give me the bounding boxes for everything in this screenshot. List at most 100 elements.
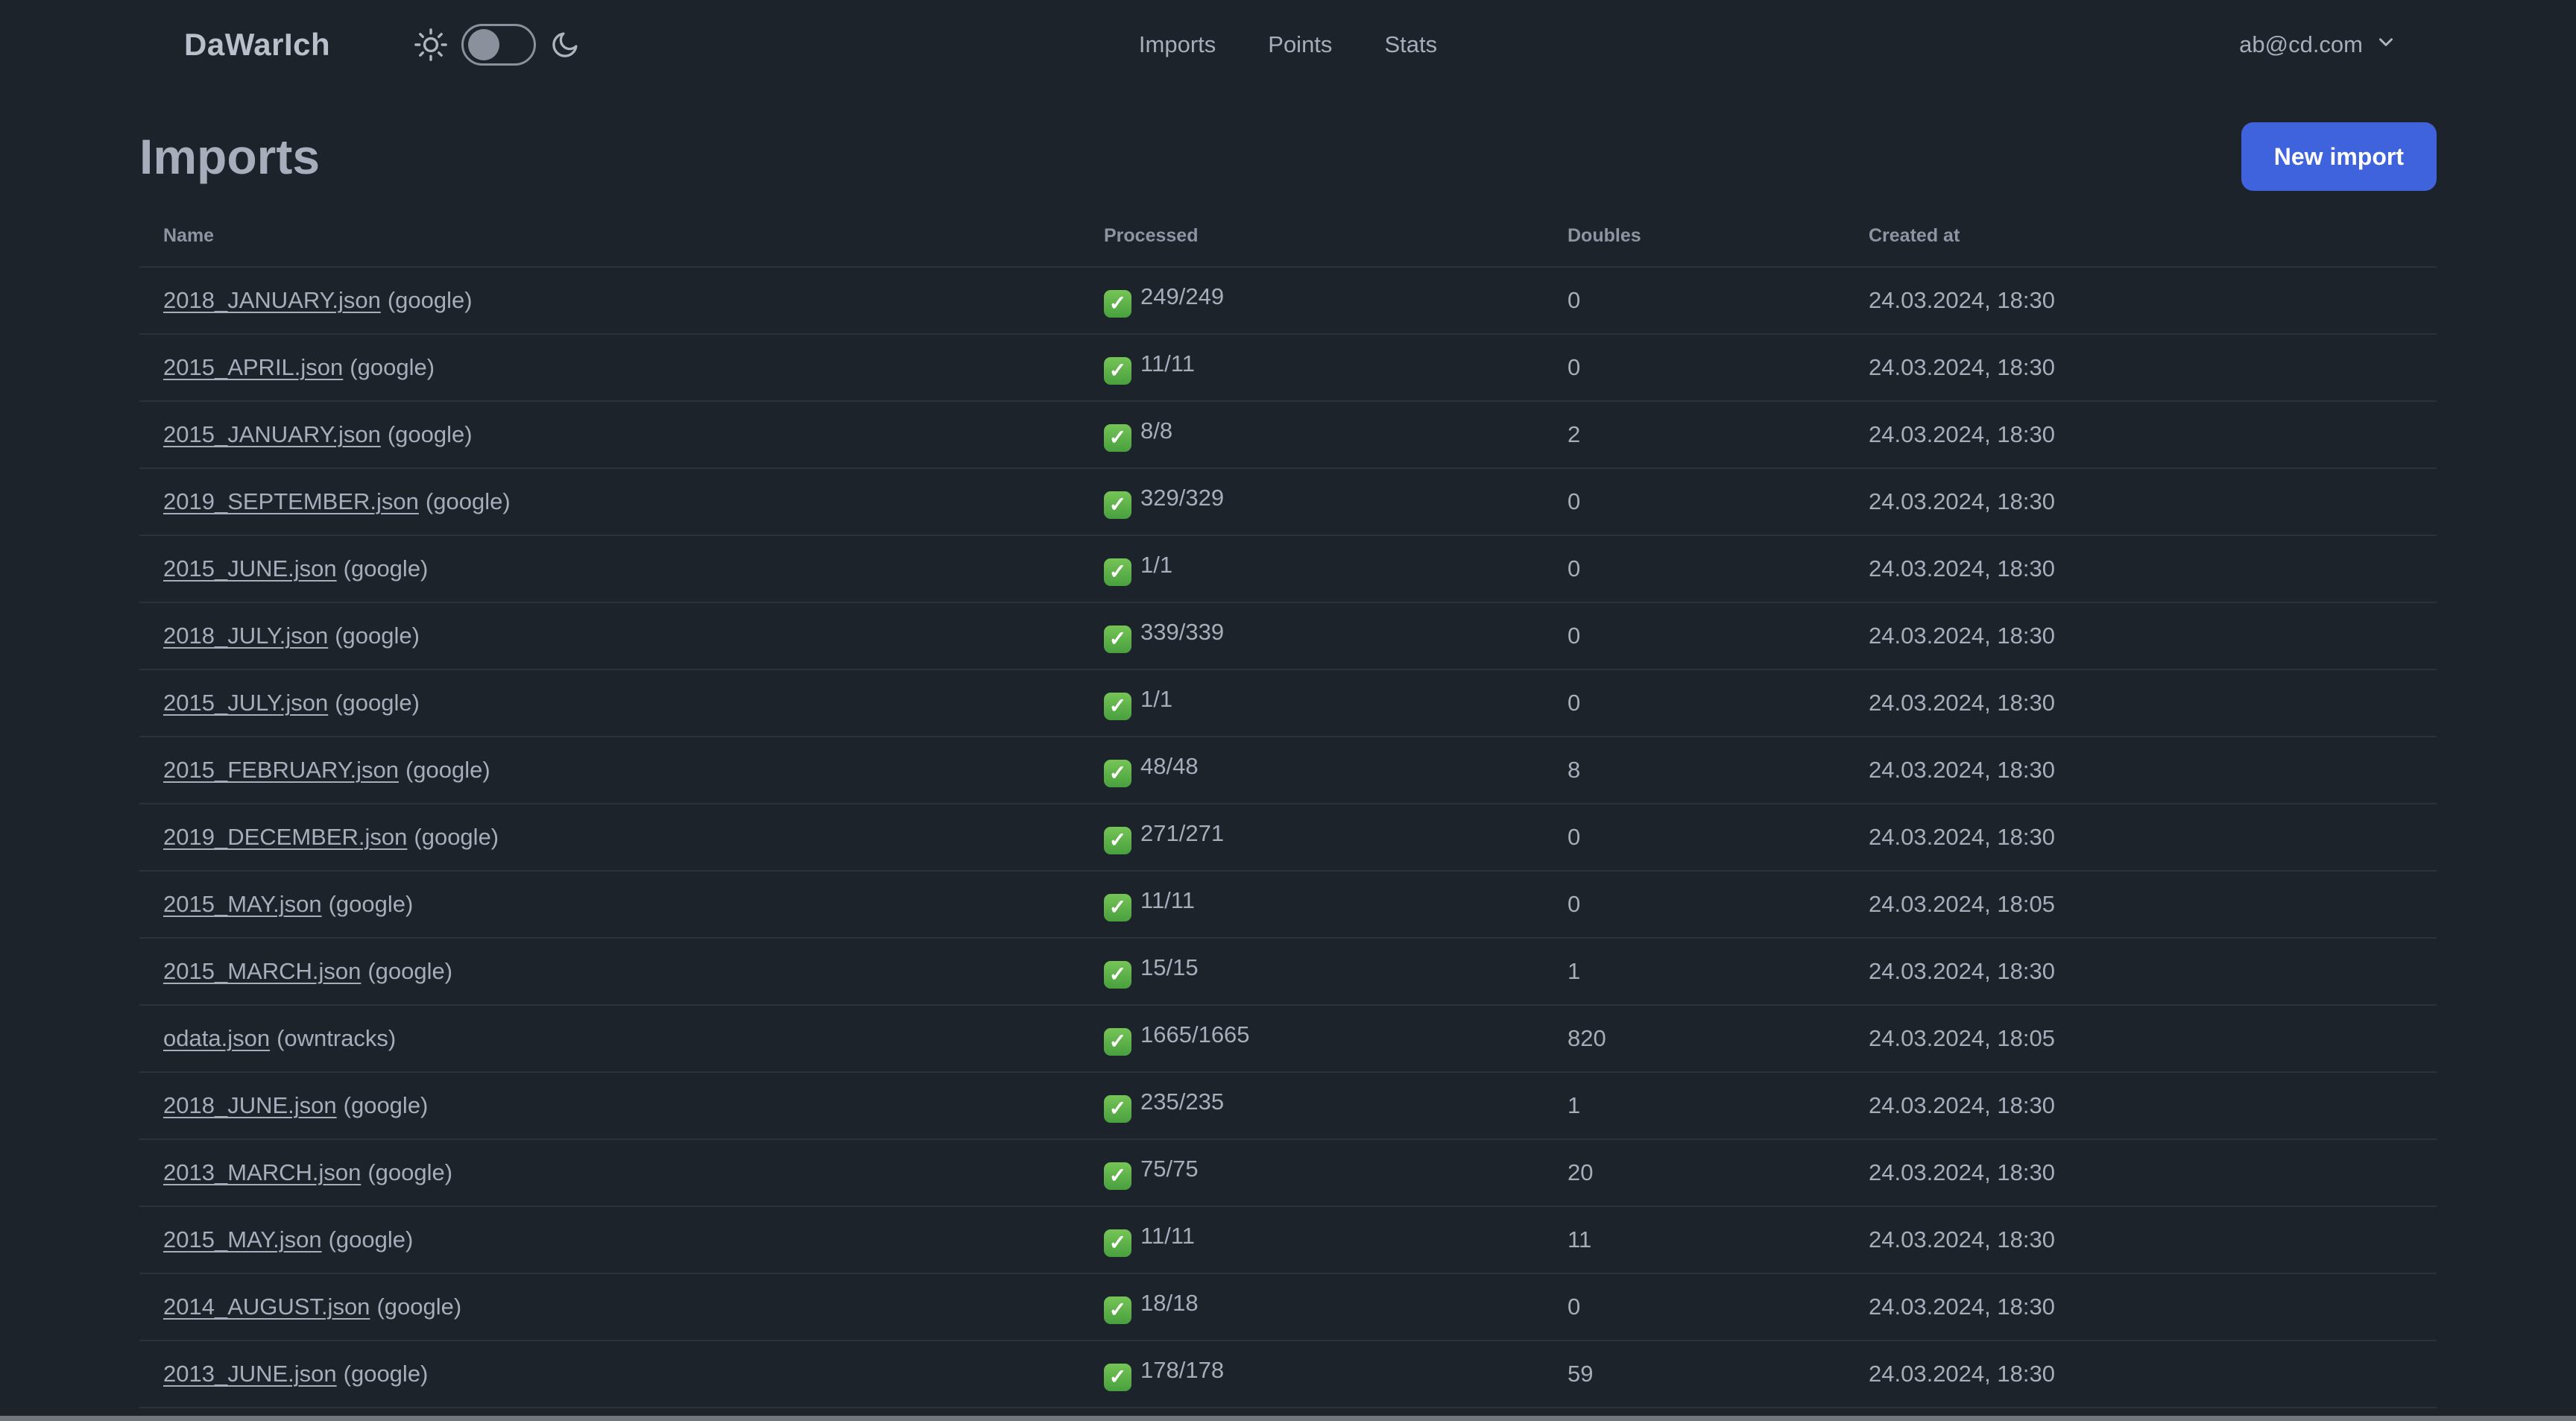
created-at: 24.03.2024, 18:30	[1869, 623, 2055, 649]
import-file-link[interactable]: 2015_MAY.json	[163, 891, 322, 917]
doubles-count: 0	[1568, 488, 1581, 514]
doubles-count: 8	[1568, 757, 1581, 783]
processed-count: 1665/1665	[1140, 1021, 1250, 1047]
success-check-icon: ✓	[1104, 693, 1131, 720]
created-at: 24.03.2024, 18:30	[1869, 824, 2055, 850]
created-at: 24.03.2024, 18:30	[1869, 1294, 2055, 1320]
processed-cell: ✓ 329/329	[1080, 468, 1544, 535]
processed-cell: ✓ 15/15	[1080, 938, 1544, 1005]
import-source-label: (google)	[350, 354, 435, 380]
bottom-edge-strip	[0, 1416, 2576, 1421]
table-row: 2013_MARCH.json (google) ✓ 75/75 20 24.03.…	[139, 1139, 2437, 1206]
import-file-link[interactable]: 2015_JANUARY.json	[163, 421, 381, 447]
moon-icon	[549, 29, 581, 60]
created-at: 24.03.2024, 18:30	[1869, 421, 2055, 447]
processed-cell: ✓ 48/48	[1080, 737, 1544, 804]
processed-cell: ✓ 11/11	[1080, 334, 1544, 401]
import-file-link[interactable]: 2015_FEBRUARY.json	[163, 757, 399, 783]
processed-count: 11/11	[1140, 887, 1195, 913]
import-file-link[interactable]: 2015_JULY.json	[163, 690, 328, 716]
table-row: 2019_SEPTEMBER.json (google) ✓ 329/329 0 2…	[139, 468, 2437, 535]
user-menu[interactable]: ab@cd.com	[2239, 31, 2397, 59]
name-cell: 2018_JANUARY.json (google)	[139, 267, 1080, 334]
success-check-icon: ✓	[1104, 558, 1131, 586]
doubles-count: 2	[1568, 421, 1581, 447]
col-header-name: Name	[163, 225, 215, 246]
name-cell: 2018_JUNE.json (google)	[139, 1072, 1080, 1139]
processed-count: 329/329	[1140, 485, 1225, 511]
name-cell: 2018_JULY.json (google)	[139, 602, 1080, 669]
table-row: 2015_JUNE.json (google) ✓ 1/1 0 24.03.2024…	[139, 535, 2437, 602]
import-file-link[interactable]: 2015_MAY.json	[163, 1226, 322, 1253]
page-header: Imports New import	[139, 122, 2437, 191]
import-source-label: (google)	[328, 891, 414, 917]
doubles-count: 1	[1568, 1092, 1581, 1118]
processed-count: 249/249	[1140, 283, 1225, 309]
table-row: 2015_APRIL.json (google) ✓ 11/11 0 24.03.2…	[139, 334, 2437, 401]
doubles-count: 0	[1568, 891, 1581, 917]
col-header-created-at: Created at	[1869, 225, 1960, 246]
success-check-icon: ✓	[1104, 1162, 1131, 1190]
import-file-link[interactable]: 2019_DECEMBER.json	[163, 824, 407, 850]
nav-link-stats[interactable]: Stats	[1384, 31, 1437, 58]
processed-cell: ✓ 11/11	[1080, 1206, 1544, 1273]
table-row: 2015_MAY.json (google) ✓ 11/11 0 24.03.202…	[139, 871, 2437, 938]
success-check-icon: ✓	[1104, 1364, 1131, 1391]
created-at: 24.03.2024, 18:30	[1869, 757, 2055, 783]
new-import-button[interactable]: New import	[2241, 122, 2437, 191]
name-cell: 2015_MAY.json (google)	[139, 871, 1080, 938]
import-file-link[interactable]: 2019_SEPTEMBER.json	[163, 488, 419, 514]
processed-cell: ✓ 18/18	[1080, 1273, 1544, 1340]
import-file-link[interactable]: odata.json	[163, 1025, 270, 1051]
import-source-label: (google)	[387, 287, 473, 313]
success-check-icon: ✓	[1104, 626, 1131, 653]
created-at: 24.03.2024, 18:30	[1869, 354, 2055, 380]
success-check-icon: ✓	[1104, 961, 1131, 989]
doubles-count: 0	[1568, 354, 1581, 380]
processed-cell: ✓ 235/235	[1080, 1072, 1544, 1139]
import-source-label: (google)	[328, 1226, 414, 1253]
doubles-count: 820	[1568, 1025, 1606, 1051]
success-check-icon: ✓	[1104, 1296, 1131, 1324]
doubles-count: 0	[1568, 824, 1581, 850]
nav-link-points[interactable]: Points	[1268, 31, 1332, 58]
table-row: 2014_AUGUST.json (google) ✓ 18/18 0 24.03.…	[139, 1273, 2437, 1340]
import-file-link[interactable]: 2013_MARCH.json	[163, 1159, 361, 1185]
processed-count: 11/11	[1140, 350, 1195, 376]
created-at: 24.03.2024, 18:30	[1869, 555, 2055, 582]
import-file-link[interactable]: 2015_APRIL.json	[163, 354, 343, 380]
processed-count: 11/11	[1140, 1223, 1195, 1249]
created-at: 24.03.2024, 18:30	[1869, 287, 2055, 313]
import-file-link[interactable]: 2015_MARCH.json	[163, 958, 361, 984]
processed-count: 48/48	[1140, 753, 1199, 779]
processed-count: 178/178	[1140, 1357, 1225, 1383]
table-row: 2015_JULY.json (google) ✓ 1/1 0 24.03.2024…	[139, 669, 2437, 737]
import-source-label: (google)	[335, 690, 420, 716]
processed-cell: ✓ 249/249	[1080, 267, 1544, 334]
name-cell: 2015_FEBRUARY.json (google)	[139, 737, 1080, 804]
processed-cell: ✓ 1/1	[1080, 535, 1544, 602]
import-file-link[interactable]: 2018_JULY.json	[163, 623, 328, 649]
navbar: DaWarIch Imports Points Stats ab@cd.com	[0, 0, 2576, 89]
theme-switch[interactable]	[461, 24, 537, 66]
processed-cell: ✓ 1665/1665	[1080, 1005, 1544, 1072]
success-check-icon: ✓	[1104, 491, 1131, 519]
import-file-link[interactable]: 2018_JUNE.json	[163, 1092, 337, 1118]
import-file-link[interactable]: 2015_JUNE.json	[163, 555, 337, 582]
processed-cell: ✓ 178/178	[1080, 1340, 1544, 1408]
nav-link-imports[interactable]: Imports	[1139, 31, 1216, 58]
app-logo[interactable]: DaWarIch	[184, 27, 330, 63]
import-file-link[interactable]: 2014_AUGUST.json	[163, 1294, 370, 1320]
processed-count: 8/8	[1140, 418, 1173, 444]
sun-icon	[414, 28, 448, 62]
processed-cell: ✓ 271/271	[1080, 804, 1544, 871]
name-cell: 2019_SEPTEMBER.json (google)	[139, 468, 1080, 535]
processed-count: 271/271	[1140, 820, 1225, 846]
table-row: 2018_JUNE.json (google) ✓ 235/235 1 24.03.…	[139, 1072, 2437, 1139]
processed-count: 18/18	[1140, 1290, 1199, 1316]
chevron-down-icon	[2375, 31, 2397, 59]
import-file-link[interactable]: 2018_JANUARY.json	[163, 287, 381, 313]
success-check-icon: ✓	[1104, 1028, 1131, 1056]
page-title: Imports	[139, 129, 321, 184]
import-file-link[interactable]: 2013_JUNE.json	[163, 1361, 337, 1387]
